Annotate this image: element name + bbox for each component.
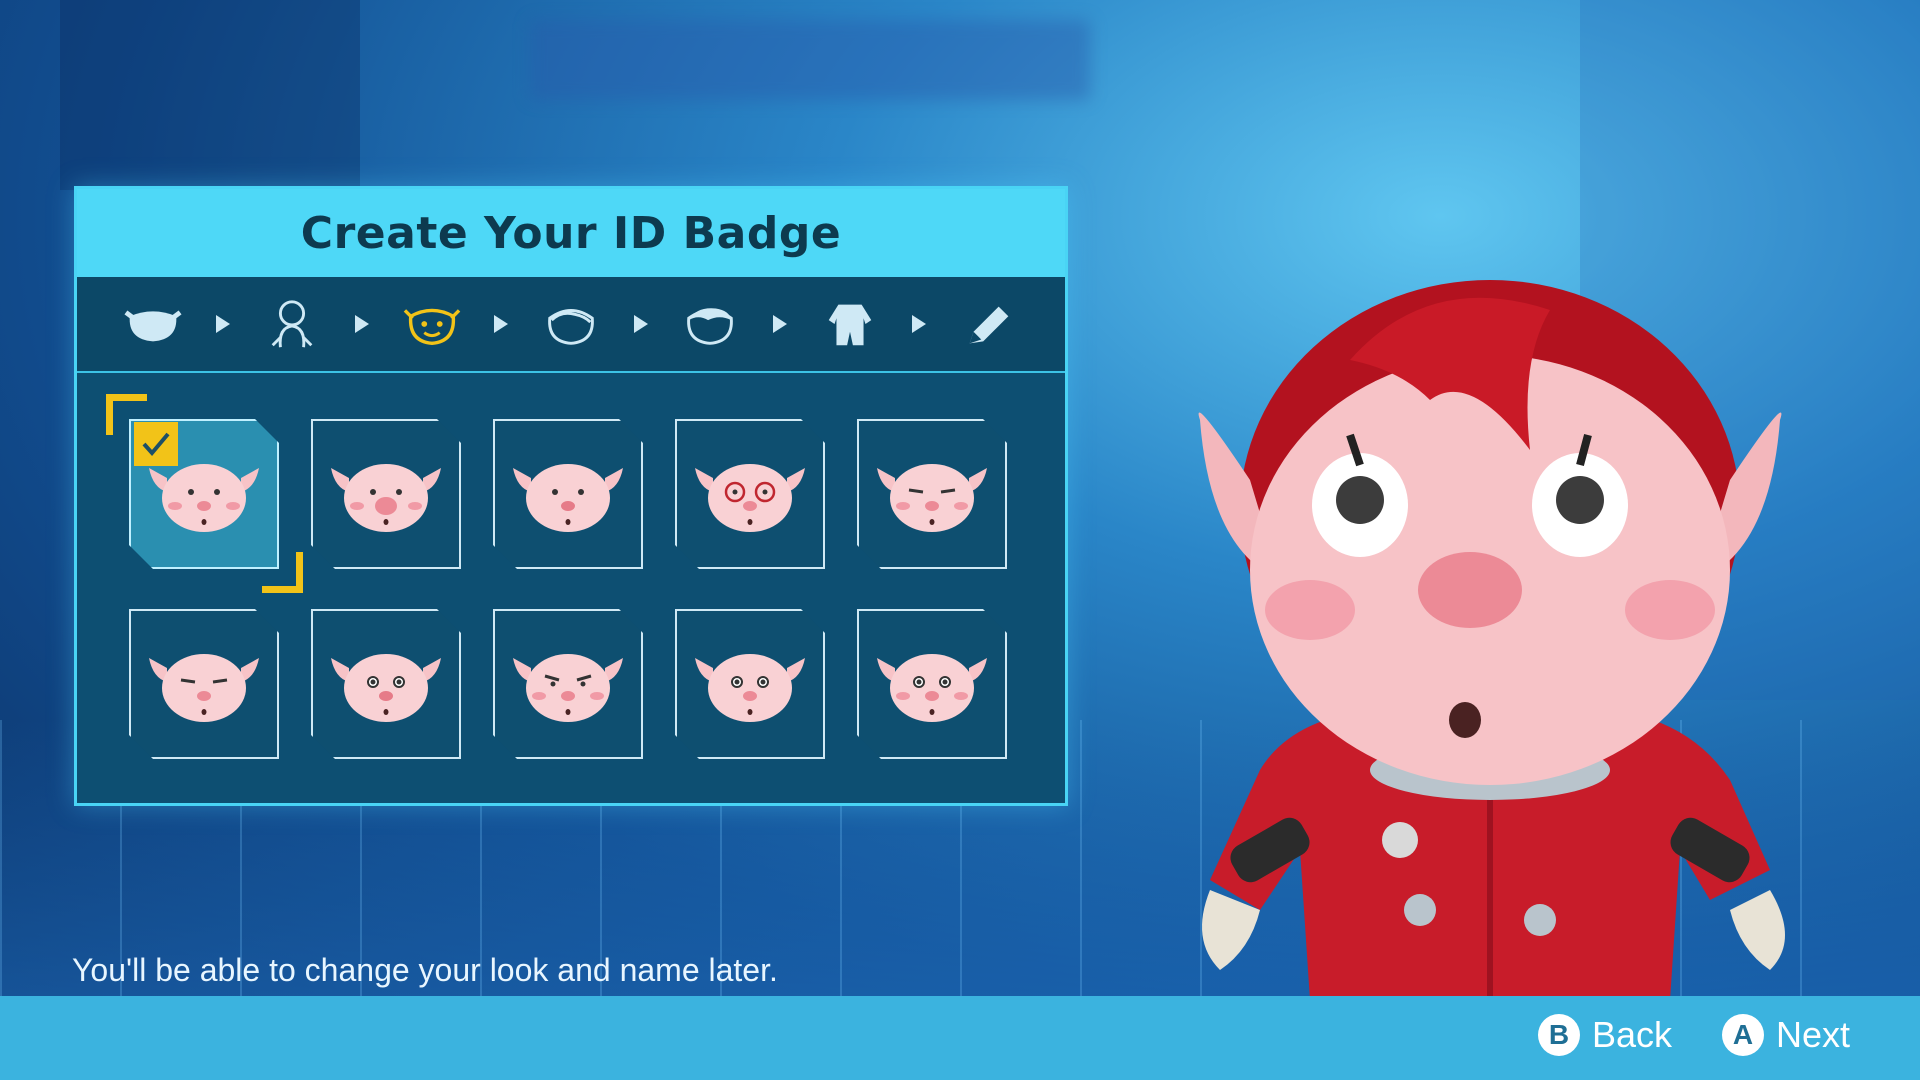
hair-style-icon[interactable]: [678, 296, 742, 352]
panel-header: Create Your ID Badge: [77, 189, 1065, 277]
face-option-3-icon: [513, 464, 623, 532]
back-button[interactable]: B Back: [1538, 1014, 1672, 1056]
face-option-4-icon: [695, 464, 805, 532]
face-option-9[interactable]: [675, 609, 825, 759]
back-label: Back: [1592, 1014, 1673, 1055]
hint-text: You'll be able to change your look and n…: [72, 952, 778, 988]
step-arrow-icon: [213, 312, 233, 336]
face-option-8-icon: [513, 654, 623, 722]
selection-cursor-corner: [262, 552, 303, 593]
face-option-3[interactable]: [493, 419, 643, 569]
face-icon[interactable]: [400, 296, 464, 352]
face-option-7-icon: [331, 654, 441, 722]
face-option-4[interactable]: [675, 419, 825, 569]
face-option-9-icon: [695, 654, 805, 722]
hair-outline-icon[interactable]: [539, 296, 603, 352]
step-navigation: [77, 277, 1065, 373]
suit-icon[interactable]: [818, 296, 882, 352]
face-option-6[interactable]: [129, 609, 279, 759]
pencil-icon[interactable]: [957, 296, 1021, 352]
selection-cursor-corner: [106, 394, 147, 435]
background-sign: [530, 20, 1090, 100]
step-arrow-icon: [352, 312, 372, 336]
next-button[interactable]: A Next: [1722, 1014, 1850, 1056]
face-option-10[interactable]: [857, 609, 1007, 759]
face-option-2-icon: [331, 464, 441, 532]
background-pillar: [60, 0, 360, 190]
face-option-10-icon: [877, 654, 987, 722]
face-option-2[interactable]: [311, 419, 461, 569]
step-arrow-icon: [631, 312, 651, 336]
face-option-7[interactable]: [311, 609, 461, 759]
panel-title: Create Your ID Badge: [300, 207, 842, 259]
face-option-5[interactable]: [857, 419, 1007, 569]
head-shape-icon[interactable]: [121, 296, 185, 352]
b-key-icon: B: [1538, 1014, 1580, 1056]
face-option-6-icon: [149, 654, 259, 722]
step-arrow-icon: [491, 312, 511, 336]
next-label: Next: [1776, 1014, 1851, 1055]
id-badge-panel: Create Your ID Badge: [74, 186, 1068, 806]
face-option-8[interactable]: [493, 609, 643, 759]
character-preview: [1198, 280, 1785, 1000]
step-arrow-icon: [770, 312, 790, 336]
face-options-grid: [129, 419, 1009, 779]
face-option-5-icon: [877, 464, 987, 532]
step-arrow-icon: [909, 312, 929, 336]
body-outline-icon[interactable]: [260, 296, 324, 352]
a-key-icon: A: [1722, 1014, 1764, 1056]
